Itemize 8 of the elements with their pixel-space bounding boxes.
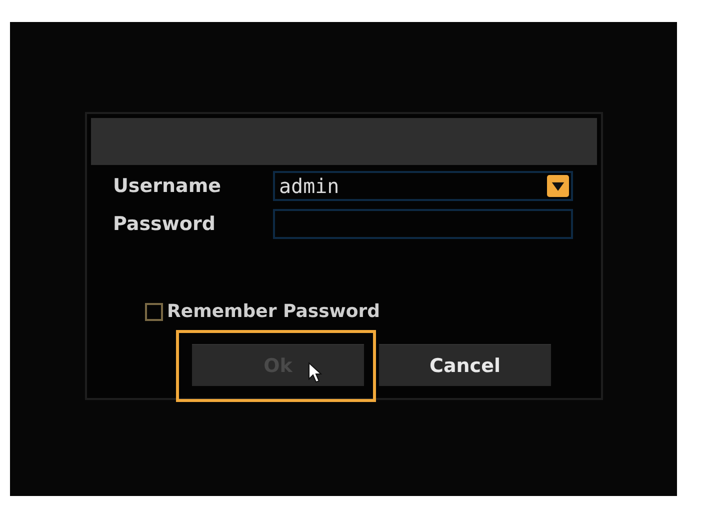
password-field[interactable]	[273, 209, 573, 239]
field-label: Username	[113, 175, 222, 197]
username-dropdown[interactable]: admin	[273, 171, 573, 201]
dialog-button[interactable]: Cancel	[379, 344, 551, 386]
mouse-cursor-icon	[308, 362, 322, 384]
checkbox[interactable]	[145, 302, 163, 320]
remember-password-label: Remember Password	[167, 301, 380, 322]
field-label: Password	[113, 213, 216, 235]
